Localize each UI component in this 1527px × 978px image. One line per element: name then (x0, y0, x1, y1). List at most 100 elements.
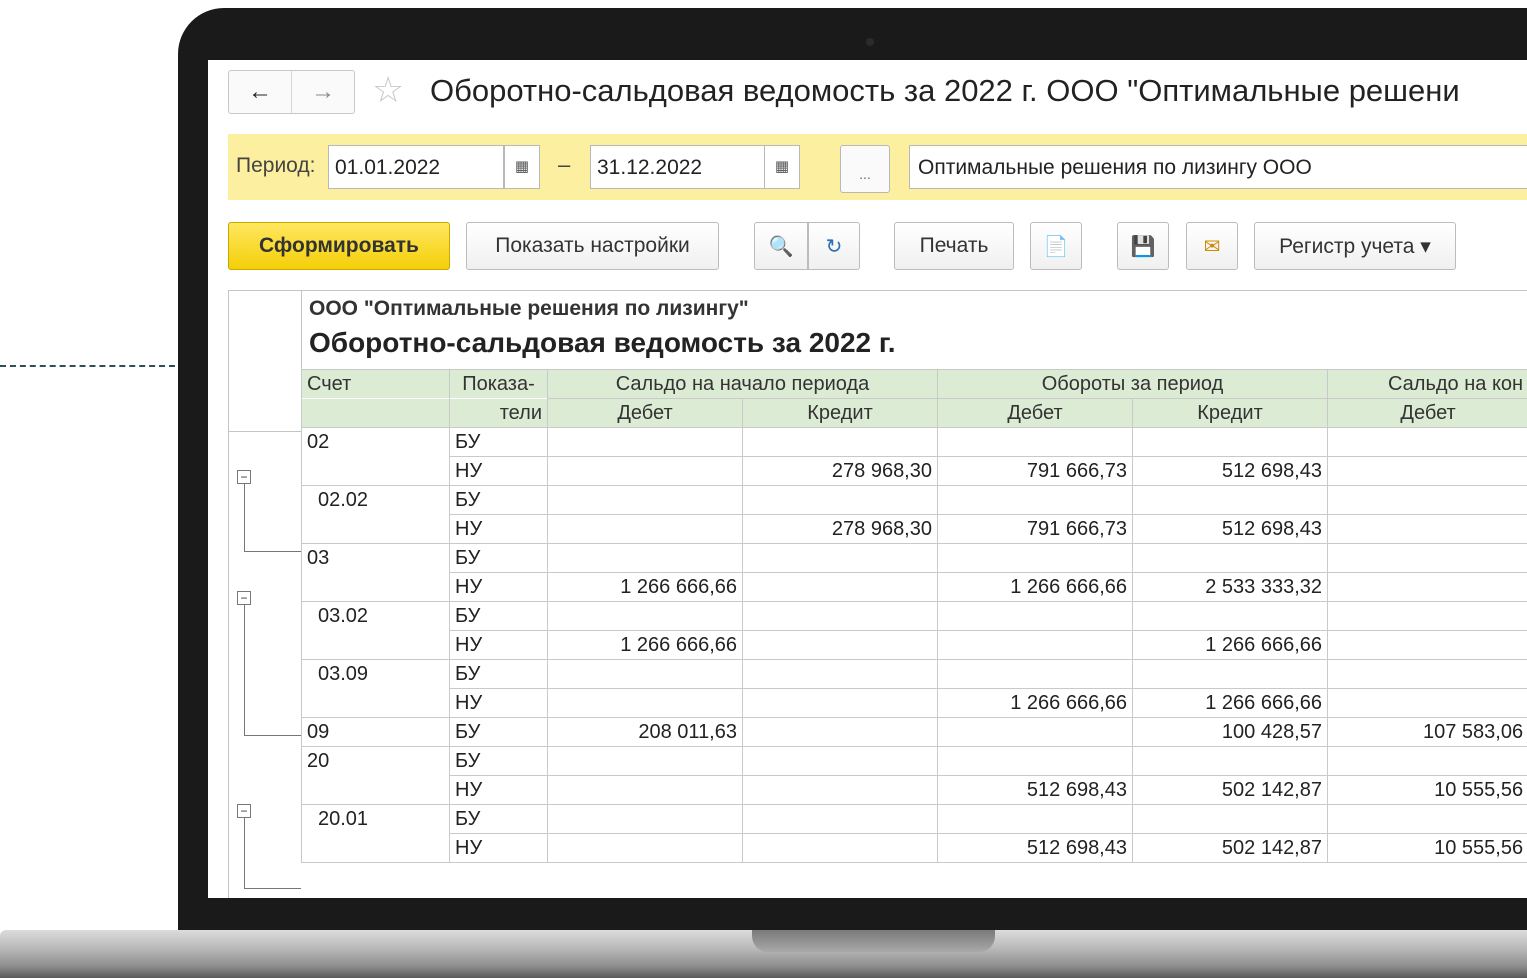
indicator-cell: БУ (449, 659, 548, 689)
account-cell: 09 (301, 717, 450, 747)
period-select-button[interactable]: ... (840, 145, 890, 193)
header-closing-balance: Сальдо на кон (1326, 369, 1527, 399)
table-row: 03 БУ (301, 543, 1527, 573)
period-to-field[interactable]: 31.12.2022 (590, 145, 766, 189)
indicator-cell: НУ (449, 688, 548, 718)
table-row: 03.09 БУ (301, 659, 1527, 689)
header-turnover-debit: Дебет (937, 398, 1133, 428)
collapse-02-icon[interactable]: − (237, 470, 251, 484)
header-account: Счет (301, 369, 450, 399)
period-from-field[interactable]: 01.01.2022 (328, 145, 504, 189)
calendar-from-icon[interactable]: ▦ (504, 145, 540, 189)
closing-debit-cell (1326, 659, 1527, 689)
table-row: 20.01 БУ (301, 804, 1527, 834)
collapse-03-icon[interactable]: − (237, 591, 251, 605)
forward-button[interactable]: → (291, 71, 354, 113)
indicator-cell: НУ (449, 456, 548, 486)
print-preview-icon[interactable]: 📄 (1030, 222, 1082, 270)
back-button[interactable]: ← (229, 71, 291, 113)
header-turnover-credit: Кредит (1132, 398, 1328, 428)
closing-debit-cell (1326, 543, 1527, 573)
turnover-credit-cell (1132, 601, 1328, 631)
indicator-cell: БУ (449, 427, 548, 457)
opening-debit-cell (547, 427, 743, 457)
report-table: Счет Показа- Сальдо на начало периода Об… (301, 369, 1527, 863)
tree-line (244, 888, 301, 889)
camera-icon (866, 38, 874, 46)
indicator-cell: БУ (449, 601, 548, 631)
account-cell (301, 514, 450, 544)
table-row: 02 БУ (301, 427, 1527, 457)
turnover-debit-cell (937, 485, 1133, 515)
turnover-credit-cell: 2 533 333,32 (1132, 572, 1328, 602)
header-turnover: Обороты за период (937, 369, 1328, 399)
period-panel: Период: 01.01.2022 ▦ – 31.12.2022 ▦ ... … (228, 134, 1527, 200)
account-cell: 02 (301, 427, 450, 457)
calendar-to-icon[interactable]: ▦ (764, 145, 800, 189)
turnover-credit-cell: 100 428,57 (1132, 717, 1328, 747)
turnover-debit-cell (937, 543, 1133, 573)
table-row: 02.02 БУ (301, 485, 1527, 515)
opening-credit-cell (742, 746, 938, 776)
tree-line (244, 735, 301, 736)
opening-credit-cell (742, 572, 938, 602)
opening-credit-cell (742, 717, 938, 747)
print-button[interactable]: Печать (894, 222, 1014, 270)
email-icon[interactable]: ✉ (1186, 222, 1238, 270)
opening-credit-cell (742, 427, 938, 457)
indicator-cell: БУ (449, 485, 548, 515)
turnover-debit-cell (937, 601, 1133, 631)
opening-credit-cell: 278 968,30 (742, 514, 938, 544)
turnover-debit-cell (937, 717, 1133, 747)
closing-debit-cell (1326, 746, 1527, 776)
turnover-debit-cell: 512 698,43 (937, 775, 1133, 805)
favorite-star-icon[interactable]: ☆ (372, 70, 404, 110)
collapse-20-icon[interactable]: − (237, 804, 251, 818)
closing-debit-cell (1326, 601, 1527, 631)
opening-debit-cell (547, 804, 743, 834)
period-label: Период: (236, 154, 316, 177)
closing-debit-cell (1326, 456, 1527, 486)
indicator-cell: БУ (449, 543, 548, 573)
tree-line (244, 551, 301, 552)
table-row: НУ 1 266 666,66 1 266 666,66 2 533 333,32 (301, 572, 1527, 602)
account-cell: 03 (301, 543, 450, 573)
opening-credit-cell: 278 968,30 (742, 456, 938, 486)
turnover-credit-cell (1132, 804, 1328, 834)
closing-debit-cell (1326, 630, 1527, 660)
table-row: НУ 1 266 666,66 1 266 666,66 (301, 630, 1527, 660)
header-closing-debit: Дебет (1326, 398, 1527, 428)
closing-debit-cell: 10 555,56 (1326, 833, 1527, 863)
show-settings-button[interactable]: Показать настройки (466, 222, 719, 270)
opening-debit-cell (547, 659, 743, 689)
organization-field[interactable]: Оптимальные решения по лизингу ООО (909, 145, 1527, 189)
turnover-credit-cell (1132, 659, 1328, 689)
report-title: Оборотно-сальдовая ведомость за 2022 г. (309, 327, 896, 358)
indicator-cell: НУ (449, 775, 548, 805)
generate-button[interactable]: Сформировать (228, 222, 450, 270)
account-cell: 20.01 (301, 804, 450, 834)
turnover-debit-cell: 1 266 666,66 (937, 572, 1133, 602)
closing-debit-cell (1326, 427, 1527, 457)
search-icon[interactable]: 🔍 (754, 222, 808, 270)
header-opening-balance: Сальдо на начало периода (547, 369, 938, 399)
window-title: Оборотно-сальдовая ведомость за 2022 г. … (430, 73, 1460, 108)
table-row: НУ 278 968,30 791 666,73 512 698,43 (301, 456, 1527, 486)
navigation-buttons: ← → (228, 70, 355, 114)
table-row: 09 БУ 208 011,63 100 428,57 107 583,06 (301, 717, 1527, 747)
header-indicators-cont: тели (449, 398, 548, 428)
account-cell: 20 (301, 746, 450, 776)
save-icon[interactable]: 💾 (1117, 222, 1169, 270)
account-cell: 02.02 (301, 485, 450, 515)
report-organization: ООО "Оптимальные решения по лизингу" (309, 297, 749, 320)
table-row: 03.02 БУ (301, 601, 1527, 631)
opening-credit-cell (742, 804, 938, 834)
search-reset-icon[interactable]: ↻ (808, 222, 860, 270)
register-dropdown[interactable]: Регистр учета ▾ (1254, 222, 1456, 270)
account-cell (301, 456, 450, 486)
turnover-credit-cell (1132, 543, 1328, 573)
indicator-cell: БУ (449, 746, 548, 776)
opening-credit-cell (742, 485, 938, 515)
opening-debit-cell: 208 011,63 (547, 717, 743, 747)
gutter-separator (229, 431, 301, 432)
